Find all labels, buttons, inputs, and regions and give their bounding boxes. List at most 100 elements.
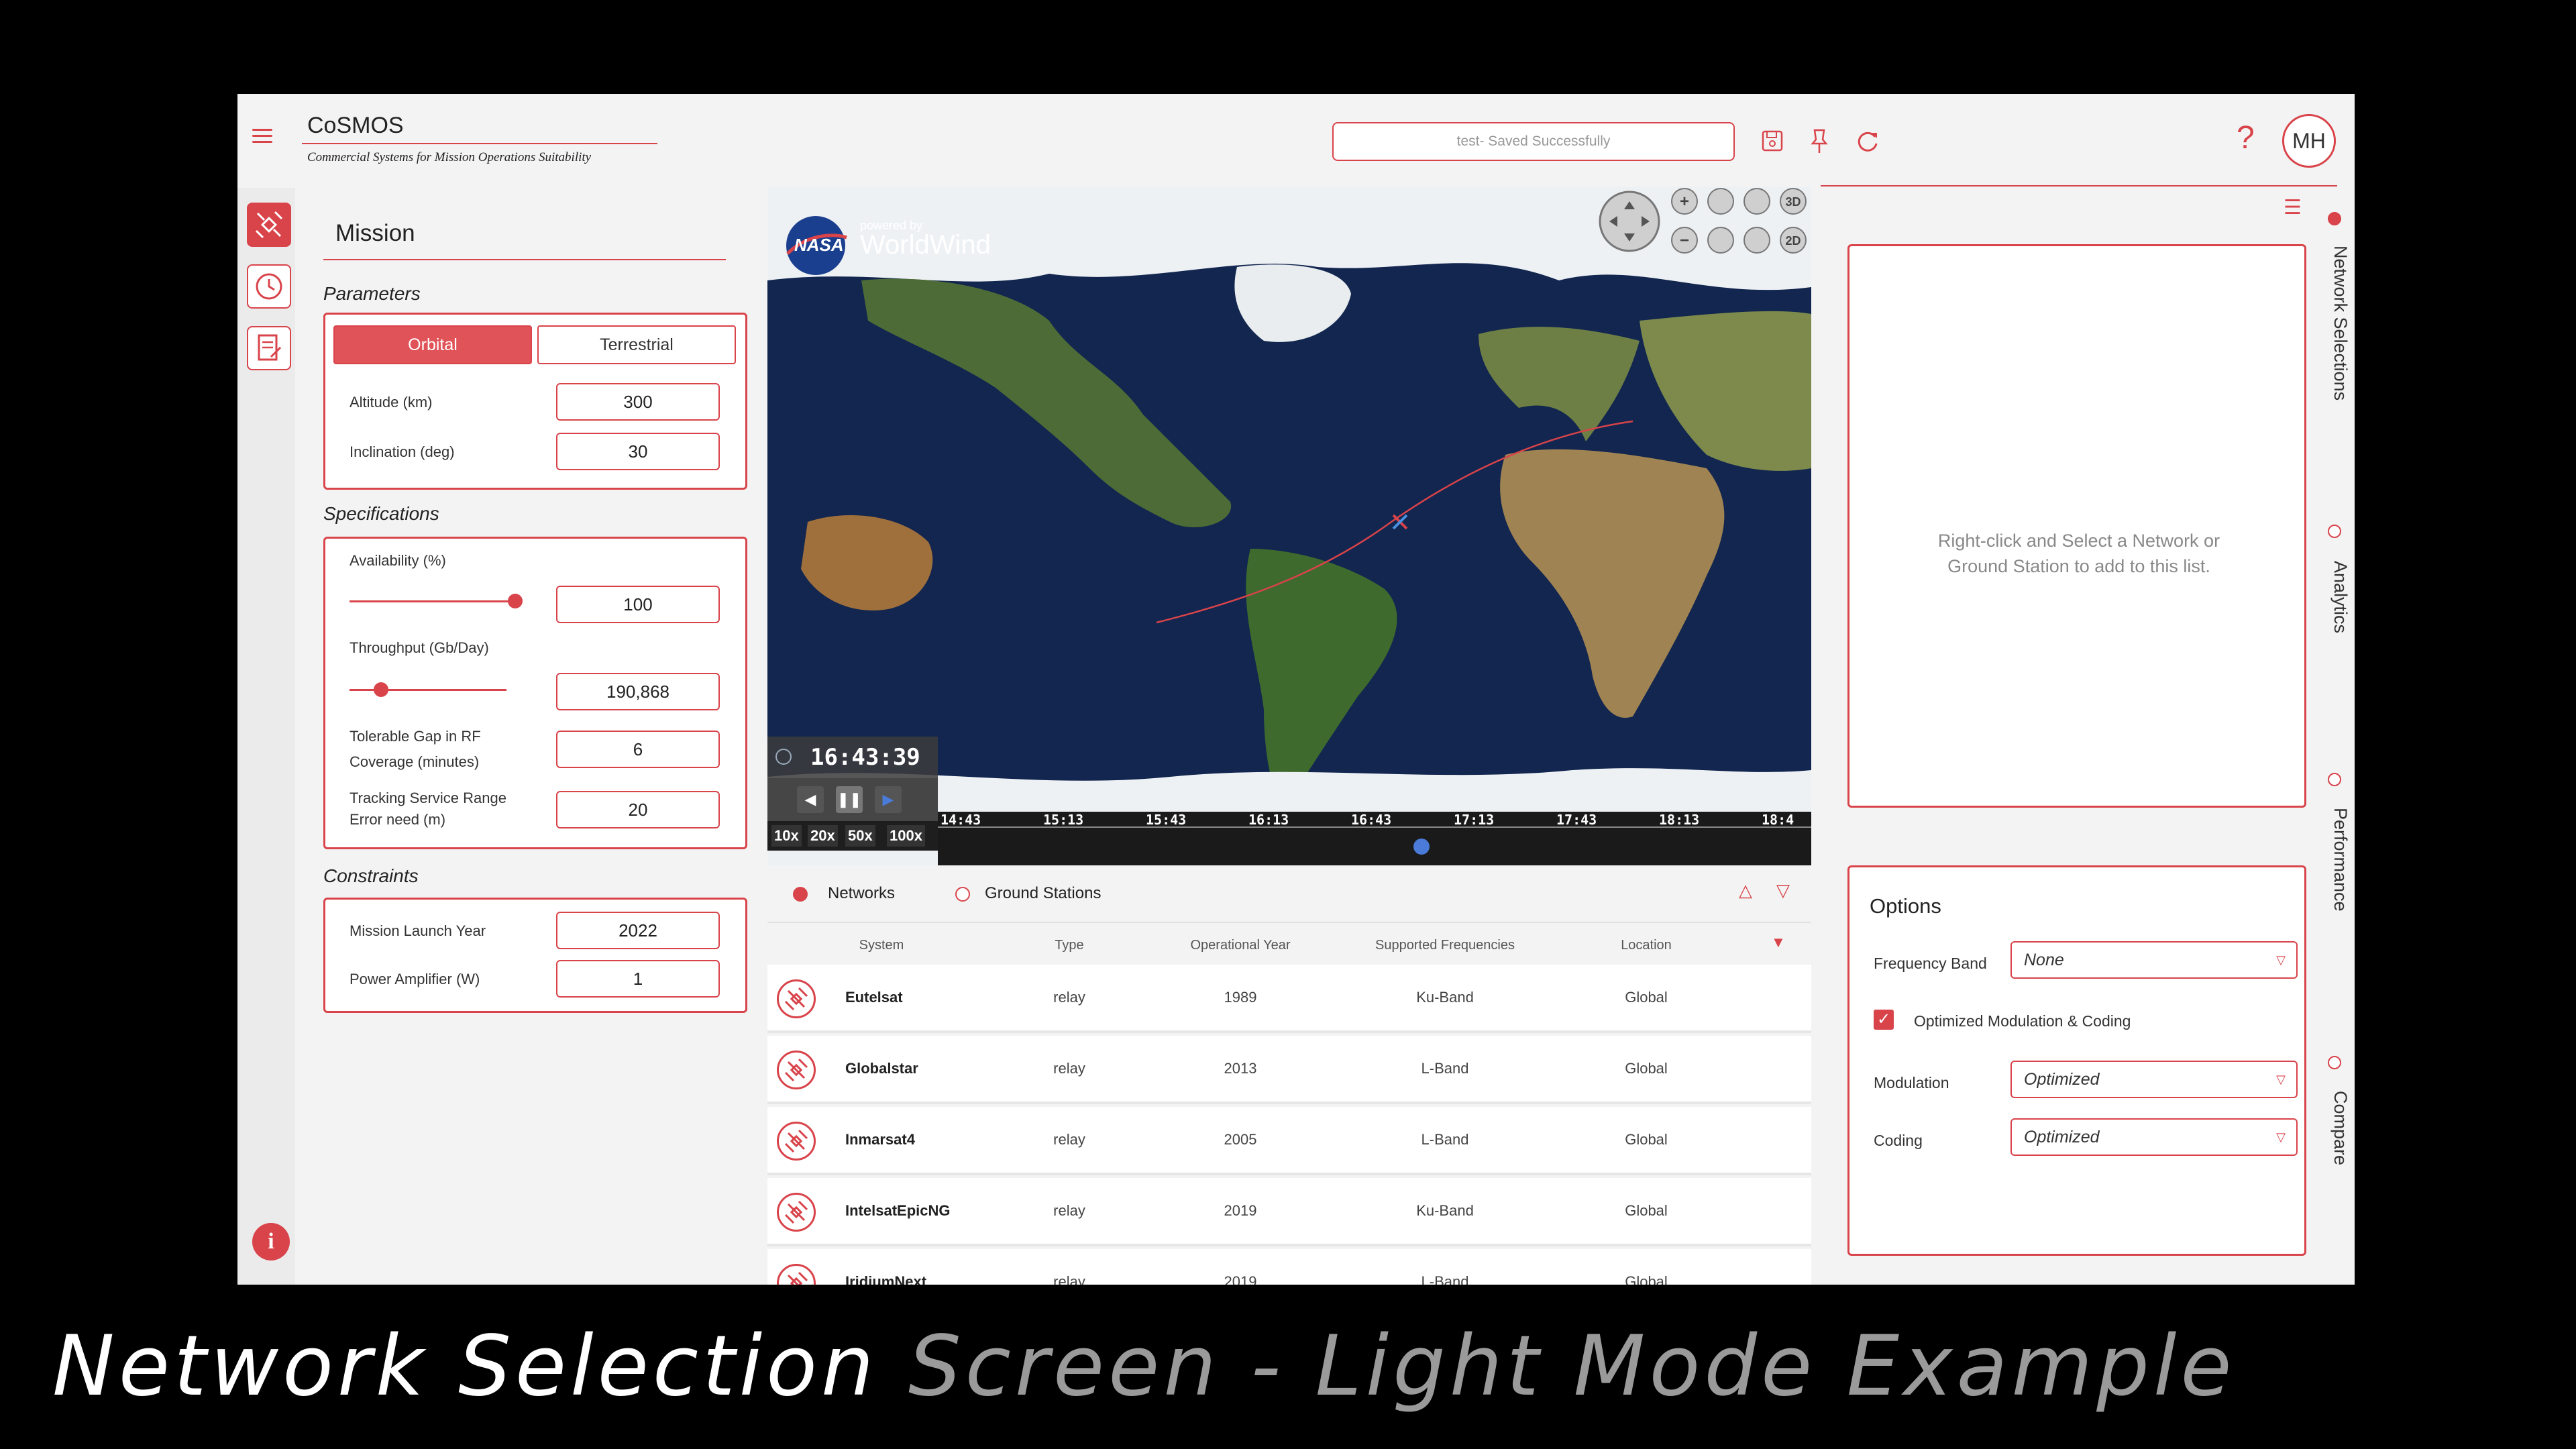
tracking-input[interactable]: 20 — [556, 791, 720, 828]
constraints-label: Constraints — [323, 865, 419, 886]
table-row[interactable]: Inmarsat4 relay 2005 L-Band Global — [767, 1107, 1811, 1175]
system-type: relay — [1053, 1273, 1085, 1285]
system-name: Inmarsat4 — [845, 1131, 915, 1148]
availability-input[interactable]: 100 — [556, 586, 720, 623]
filter-icon[interactable]: ▼ — [1771, 934, 1786, 951]
modulation-select[interactable]: Optimized ▽ — [2010, 1061, 2298, 1098]
throughput-input[interactable]: 190,868 — [556, 673, 720, 710]
info-icon[interactable]: i — [252, 1223, 290, 1260]
power-amplifier-input[interactable]: 1 — [556, 960, 720, 998]
refresh-icon[interactable] — [1851, 125, 1884, 157]
clock-readout: 16:43:39 — [767, 737, 938, 778]
modulation-label: Modulation — [1874, 1074, 1949, 1091]
collapse-up-icon[interactable]: △ — [1739, 880, 1752, 901]
caption-secondary: Screen - Light Mode Example — [908, 1318, 2236, 1415]
step-back-button[interactable]: ◀ — [797, 786, 824, 813]
tab-performance-dot[interactable] — [2328, 773, 2341, 786]
orbital-tab[interactable]: Orbital — [333, 325, 532, 364]
timeline-handle[interactable] — [1413, 839, 1430, 855]
network-selections-list[interactable]: Right-click and Select a Network or Grou… — [1847, 244, 2306, 808]
parameters-group: Orbital Terrestrial Altitude (km) 300 In… — [323, 313, 747, 490]
satellite-icon — [777, 1193, 816, 1232]
tab-compare-dot[interactable] — [2328, 1056, 2341, 1069]
coding-label: Coding — [1874, 1132, 1923, 1149]
availability-slider-handle[interactable] — [508, 594, 523, 608]
timeline-tick-label: 17:43 — [1556, 812, 1597, 828]
expand-down-icon[interactable]: ▽ — [1776, 880, 1790, 901]
col-location[interactable]: Location — [1599, 938, 1693, 953]
parameters-label: Parameters — [323, 283, 421, 304]
clear-list-icon[interactable]: ☰ — [2284, 196, 2302, 219]
supported-frequency: L-Band — [1421, 1131, 1469, 1148]
system-type: relay — [1053, 1060, 1085, 1077]
avatar[interactable]: MH — [2282, 114, 2336, 168]
rail-history-button[interactable] — [247, 264, 291, 309]
ground-stations-radio[interactable] — [955, 887, 970, 902]
operational-year: 2005 — [1224, 1131, 1257, 1148]
location: Global — [1625, 1131, 1668, 1148]
svg-text:+: + — [1680, 193, 1689, 211]
tab-analytics-dot[interactable] — [2328, 525, 2341, 538]
col-supported-frequencies[interactable]: Supported Frequencies — [1344, 938, 1546, 953]
chevron-down-icon: ▽ — [2276, 1073, 2286, 1086]
save-icon[interactable] — [1756, 125, 1788, 157]
gap-input[interactable]: 6 — [556, 731, 720, 768]
location: Global — [1625, 1060, 1668, 1077]
timeline-tick-label: 16:43 — [1351, 812, 1392, 828]
title-underline — [302, 143, 657, 144]
availability-label: Availability (%) — [350, 552, 446, 569]
satellite-icon — [777, 1264, 816, 1285]
hamburger-menu-icon[interactable] — [252, 129, 272, 145]
networks-radio[interactable] — [793, 887, 808, 902]
table-divider — [767, 922, 1811, 923]
inclination-input[interactable]: 30 — [556, 433, 720, 470]
throughput-slider-handle[interactable] — [374, 682, 388, 697]
operational-year: 2019 — [1224, 1202, 1257, 1219]
table-row[interactable]: IntelsatEpicNG relay 2019 Ku-Band Global — [767, 1178, 1811, 1246]
step-forward-button[interactable]: ▶ — [875, 786, 902, 813]
system-name: IridiumNext — [845, 1273, 927, 1285]
col-system[interactable]: System — [821, 938, 942, 953]
availability-slider[interactable] — [350, 600, 515, 602]
speed-50x-button[interactable]: 50x — [845, 825, 875, 847]
speed-10x-button[interactable]: 10x — [771, 825, 802, 847]
satellite-icon — [255, 211, 283, 239]
timeline-scrubber[interactable]: 14:43 15:13 15:43 16:13 16:43 17:13 17:43 18:13… — [938, 812, 1811, 865]
tab-network-selections-dot[interactable] — [2328, 212, 2341, 225]
col-type[interactable]: Type — [1042, 938, 1096, 953]
systems-table-area: Networks Ground Stations △ ▽ System Type… — [767, 865, 1811, 1285]
clock-icon — [775, 749, 792, 765]
table-row[interactable]: Eutelsat relay 1989 Ku-Band Global — [767, 965, 1811, 1033]
speed-100x-button[interactable]: 100x — [887, 825, 925, 847]
tab-analytics[interactable]: Analytics — [2330, 561, 2351, 633]
table-row[interactable]: IridiumNext relay 2019 L-Band Global — [767, 1249, 1811, 1285]
coding-select[interactable]: Optimized ▽ — [2010, 1118, 2298, 1156]
specifications-label: Specifications — [323, 503, 439, 524]
status-message-field[interactable]: test- Saved Successfully — [1332, 122, 1735, 161]
supported-frequency: L-Band — [1421, 1273, 1469, 1285]
frequency-band-select[interactable]: None ▽ — [2010, 941, 2298, 979]
tab-network-selections[interactable]: Network Selections — [2330, 246, 2351, 400]
pin-icon[interactable] — [1803, 125, 1835, 157]
tilt-icon — [1743, 188, 1770, 215]
rail-mission-button[interactable] — [247, 203, 291, 247]
operational-year: 1989 — [1224, 989, 1257, 1006]
terrestrial-tab[interactable]: Terrestrial — [537, 325, 736, 364]
table-row[interactable]: Globalstar relay 2013 L-Band Global — [767, 1036, 1811, 1104]
omc-checkbox[interactable]: ✓ — [1874, 1010, 1894, 1030]
altitude-label: Altitude (km) — [350, 394, 433, 411]
launch-year-input[interactable]: 2022 — [556, 912, 720, 949]
tab-performance[interactable]: Performance — [2330, 808, 2351, 912]
rail-report-button[interactable] — [247, 326, 291, 370]
altitude-input[interactable]: 300 — [556, 383, 720, 421]
caption-primary: Network Selection — [52, 1318, 878, 1415]
help-icon[interactable]: ? — [2237, 119, 2255, 156]
pause-button[interactable]: ❚❚ — [836, 786, 863, 813]
placeholder-line1: Right-click and Select a Network or — [1937, 531, 2220, 551]
col-operational-year[interactable]: Operational Year — [1163, 938, 1318, 953]
tab-compare[interactable]: Compare — [2330, 1091, 2351, 1165]
view-2d-label: 2D — [1785, 234, 1801, 248]
speed-20x-button[interactable]: 20x — [808, 825, 838, 847]
constraints-group: Mission Launch Year 2022 Power Amplifier… — [323, 898, 747, 1013]
power-amplifier-label: Power Amplifier (W) — [350, 971, 480, 987]
